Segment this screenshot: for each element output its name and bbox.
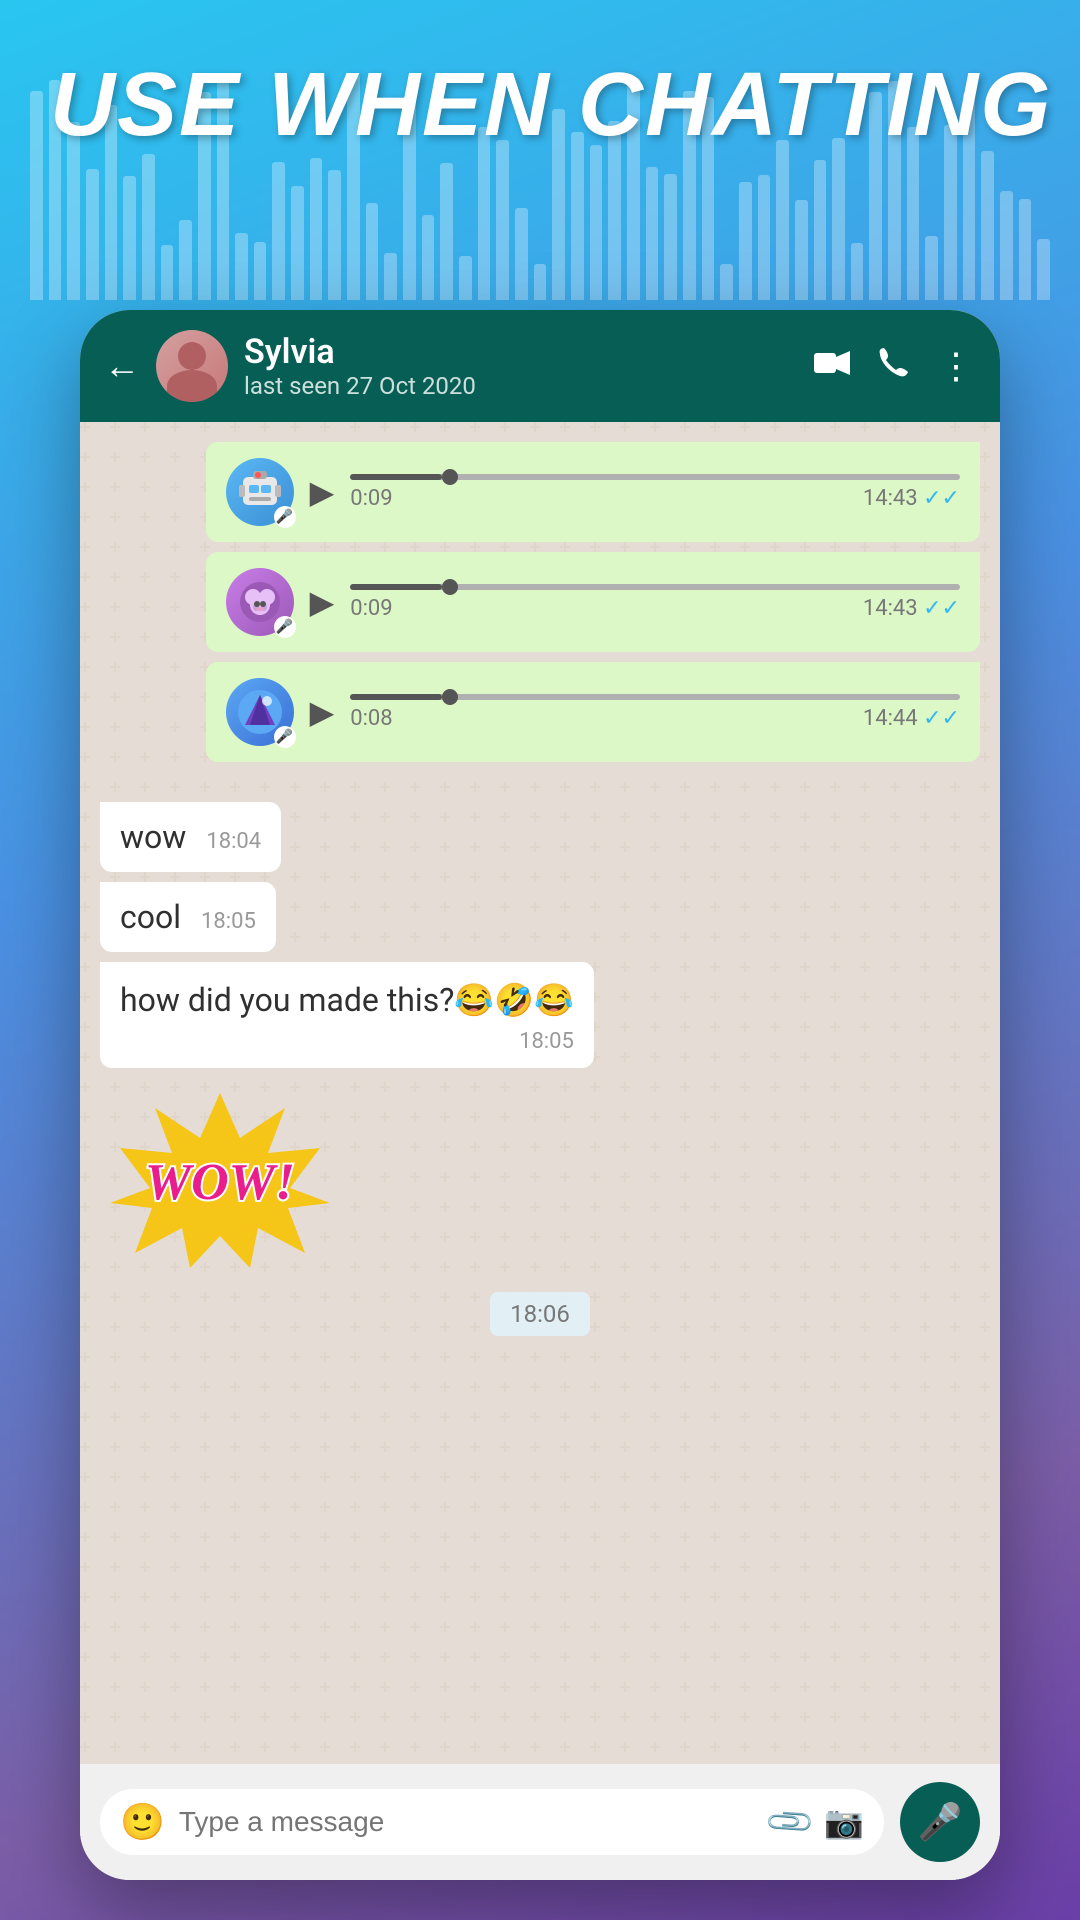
voice-progress-3: 0:08 14:44 ✓✓ [350, 694, 960, 731]
wow-sticker: WOW! [110, 1088, 330, 1268]
svg-text:WOW!: WOW! [145, 1154, 295, 1211]
input-bar: 🙂 📎 📷 🎤 [80, 1764, 1000, 1880]
messages-area: 🎤 ▶ 0:09 14:43 ✓✓ [80, 422, 1000, 1764]
voice-message-2: 🎤 ▶ 0:09 14:43 ✓✓ [206, 552, 980, 652]
voice-duration-1: 0:09 [350, 486, 392, 511]
input-wrapper: 🙂 📎 📷 [100, 1789, 884, 1855]
voice-avatar-mountain: 🎤 [226, 678, 294, 746]
voice-avatar-robot: 🎤 [226, 458, 294, 526]
voice-time-1: 14:43 ✓✓ [863, 486, 960, 511]
message-text-cool: cool [120, 898, 181, 936]
message-text-wow: wow [120, 818, 186, 856]
phone-mockup: ← Sylvia last seen 27 Oct 2020 [80, 310, 1000, 1880]
play-button-1[interactable]: ▶ [310, 473, 335, 511]
message-time-cool: 18:05 [201, 909, 256, 934]
voice-time-2: 14:43 ✓✓ [863, 596, 960, 621]
chat-app: ← Sylvia last seen 27 Oct 2020 [80, 310, 1000, 1880]
contact-status: last seen 27 Oct 2020 [244, 372, 798, 400]
contact-avatar[interactable] [156, 330, 228, 402]
voice-meta-1: 0:09 14:43 ✓✓ [350, 486, 960, 511]
mic-send-icon: 🎤 [918, 1801, 963, 1843]
video-call-icon[interactable] [814, 347, 850, 385]
progress-bar-1 [350, 474, 960, 480]
camera-button[interactable]: 📷 [824, 1803, 864, 1841]
progress-bar-2 [350, 584, 960, 590]
check-icon-3: ✓✓ [923, 706, 960, 731]
sticker-wow-container: WOW! [100, 1078, 340, 1282]
chat-header: ← Sylvia last seen 27 Oct 2020 [80, 310, 1000, 422]
received-message-cool: cool 18:05 [100, 882, 276, 952]
play-button-2[interactable]: ▶ [310, 583, 335, 621]
message-time-wow: 18:04 [206, 829, 261, 854]
received-message-wow: wow 18:04 [100, 802, 281, 872]
voice-progress-1: 0:09 14:43 ✓✓ [350, 474, 960, 511]
progress-bar-3 [350, 694, 960, 700]
voice-meta-2: 0:09 14:43 ✓✓ [350, 596, 960, 621]
mic-badge-2: 🎤 [274, 616, 296, 638]
mic-send-button[interactable]: 🎤 [900, 1782, 980, 1862]
emoji-button[interactable]: 🙂 [120, 1801, 165, 1843]
contact-info: Sylvia last seen 27 Oct 2020 [244, 332, 798, 400]
mic-badge-1: 🎤 [274, 506, 296, 528]
voice-message-3: 🎤 ▶ 0:08 14:44 ✓✓ [206, 662, 980, 762]
more-options-icon[interactable]: ⋮ [938, 345, 976, 387]
mic-badge-3: 🎤 [274, 726, 296, 748]
phone-call-icon[interactable] [878, 346, 910, 386]
contact-name: Sylvia [244, 332, 798, 372]
message-text-how: how did you made this?😂🤣😂 [120, 978, 574, 1023]
check-icon-1: ✓✓ [923, 486, 960, 511]
time-divider: 18:06 [490, 1292, 590, 1336]
header-actions: ⋮ [814, 345, 976, 387]
voice-avatar-sheep: 🎤 [226, 568, 294, 636]
voice-meta-3: 0:08 14:44 ✓✓ [350, 706, 960, 731]
page-header-title: USE WHEN CHATTING [50, 60, 1052, 150]
message-input[interactable] [179, 1806, 756, 1838]
attach-button[interactable]: 📎 [763, 1794, 818, 1849]
voice-time-3: 14:44 ✓✓ [863, 706, 960, 731]
play-button-3[interactable]: ▶ [310, 693, 335, 731]
voice-progress-2: 0:09 14:43 ✓✓ [350, 584, 960, 621]
back-button[interactable]: ← [104, 345, 140, 387]
voice-duration-3: 0:08 [350, 706, 392, 731]
message-time-how: 18:05 [120, 1029, 574, 1054]
voice-duration-2: 0:09 [350, 596, 392, 621]
received-message-how: how did you made this?😂🤣😂 18:05 [100, 962, 594, 1068]
voice-message-1: 🎤 ▶ 0:09 14:43 ✓✓ [206, 442, 980, 542]
check-icon-2: ✓✓ [923, 596, 960, 621]
